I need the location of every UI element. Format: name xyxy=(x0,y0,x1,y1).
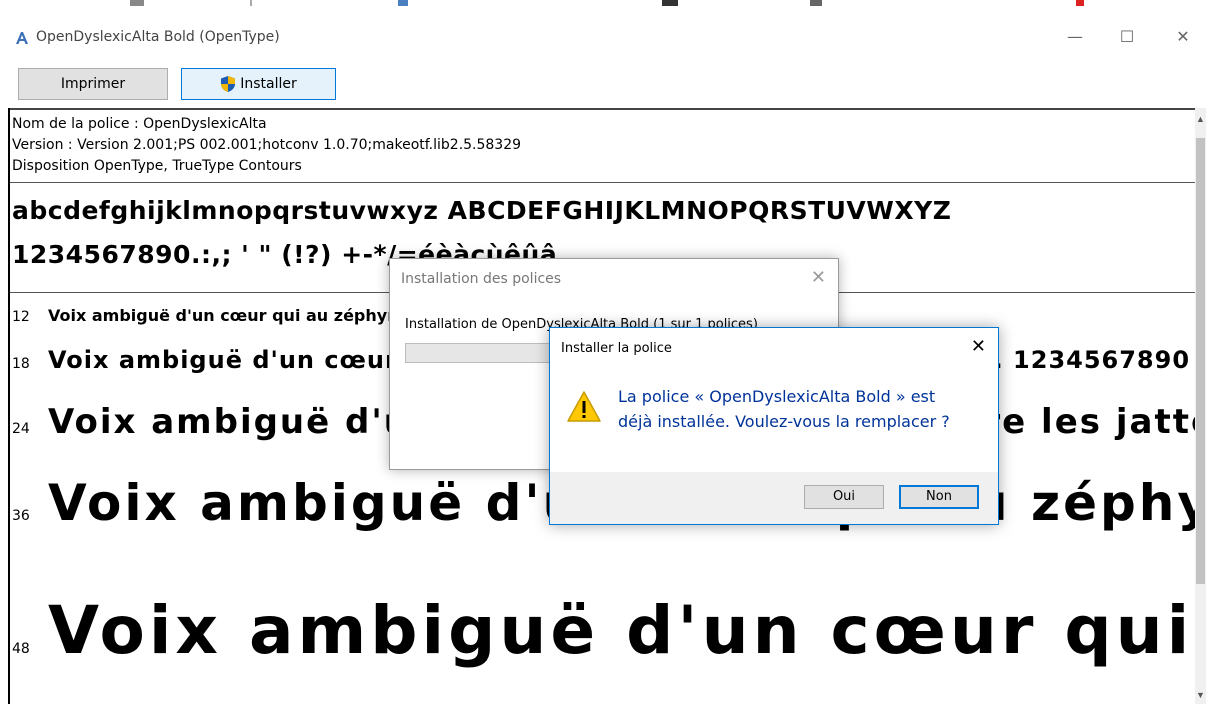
dialog-title-bar: Installation des polices ✕ xyxy=(390,259,838,299)
dialog-title: Installer la police xyxy=(561,341,672,356)
message-line: La police « OpenDyslexicAlta Bold » est xyxy=(618,387,936,406)
install-button-label: Installer xyxy=(240,76,297,92)
warning-icon xyxy=(567,391,601,422)
print-button-label: Imprimer xyxy=(60,76,126,92)
sample-row-48: 48 Voix ambiguë d'un cœur qui au xyxy=(12,592,1197,669)
sample-size-label: 24 xyxy=(12,421,30,437)
print-button[interactable]: Imprimer xyxy=(18,68,168,100)
minimize-button[interactable]: — xyxy=(1052,22,1098,52)
dialog-footer: Oui Non xyxy=(550,472,998,524)
scroll-thumb[interactable] xyxy=(1196,138,1205,584)
yes-button[interactable]: Oui xyxy=(804,485,884,509)
sample-text: Voix ambiguë d'un cœur qui au xyxy=(48,592,1197,669)
dialog-body: La police « OpenDyslexicAlta Bold » est … xyxy=(550,368,998,472)
replace-font-dialog: Installer la police ✕ La police « OpenDy… xyxy=(549,327,999,525)
dialog-close-button[interactable]: ✕ xyxy=(811,267,826,288)
charset-letters: abcdefghijklmnopqrstuvwxyz ABCDEFGHIJKLM… xyxy=(12,196,952,225)
divider xyxy=(10,182,1197,183)
dialog-title: Installation des polices xyxy=(401,271,562,287)
window-title: OpenDyslexicAlta Bold (OpenType) xyxy=(36,29,280,45)
replace-font-message: La police « OpenDyslexicAlta Bold » est … xyxy=(618,384,950,434)
message-line: déjà installée. Voulez-vous la remplacer… xyxy=(618,412,950,431)
sample-size-label: 18 xyxy=(12,356,30,372)
scroll-down-arrow-icon[interactable]: ▼ xyxy=(1195,690,1206,700)
title-bar: OpenDyslexicAlta Bold (OpenType) — ☐ ✕ xyxy=(0,16,1206,60)
vertical-scrollbar[interactable]: ▲ ▼ xyxy=(1195,108,1206,704)
sample-size-label: 36 xyxy=(12,508,30,524)
toolbar: Imprimer Installer xyxy=(0,60,1206,108)
dialog-close-button[interactable]: ✕ xyxy=(971,336,986,357)
font-layout-line: Disposition OpenType, TrueType Contours xyxy=(12,158,302,174)
font-version-line: Version : Version 2.001;PS 002.001;hotco… xyxy=(12,137,522,153)
maximize-button[interactable]: ☐ xyxy=(1104,22,1150,52)
uac-shield-icon xyxy=(221,76,236,92)
no-button[interactable]: Non xyxy=(899,485,979,509)
font-name-line: Nom de la police : OpenDyslexicAlta xyxy=(12,116,267,132)
divider xyxy=(10,108,1197,110)
close-button[interactable]: ✕ xyxy=(1160,22,1206,52)
dialog-title-bar: Installer la police ✕ xyxy=(550,328,998,368)
install-button[interactable]: Installer xyxy=(181,68,336,100)
font-app-icon xyxy=(16,32,28,44)
sample-size-label: 12 xyxy=(12,309,30,325)
background-taskbar-strip xyxy=(0,0,1206,16)
font-info: Nom de la police : OpenDyslexicAlta Vers… xyxy=(12,114,521,177)
scroll-up-arrow-icon[interactable]: ▲ xyxy=(1195,114,1206,124)
sample-size-label: 48 xyxy=(12,641,30,657)
